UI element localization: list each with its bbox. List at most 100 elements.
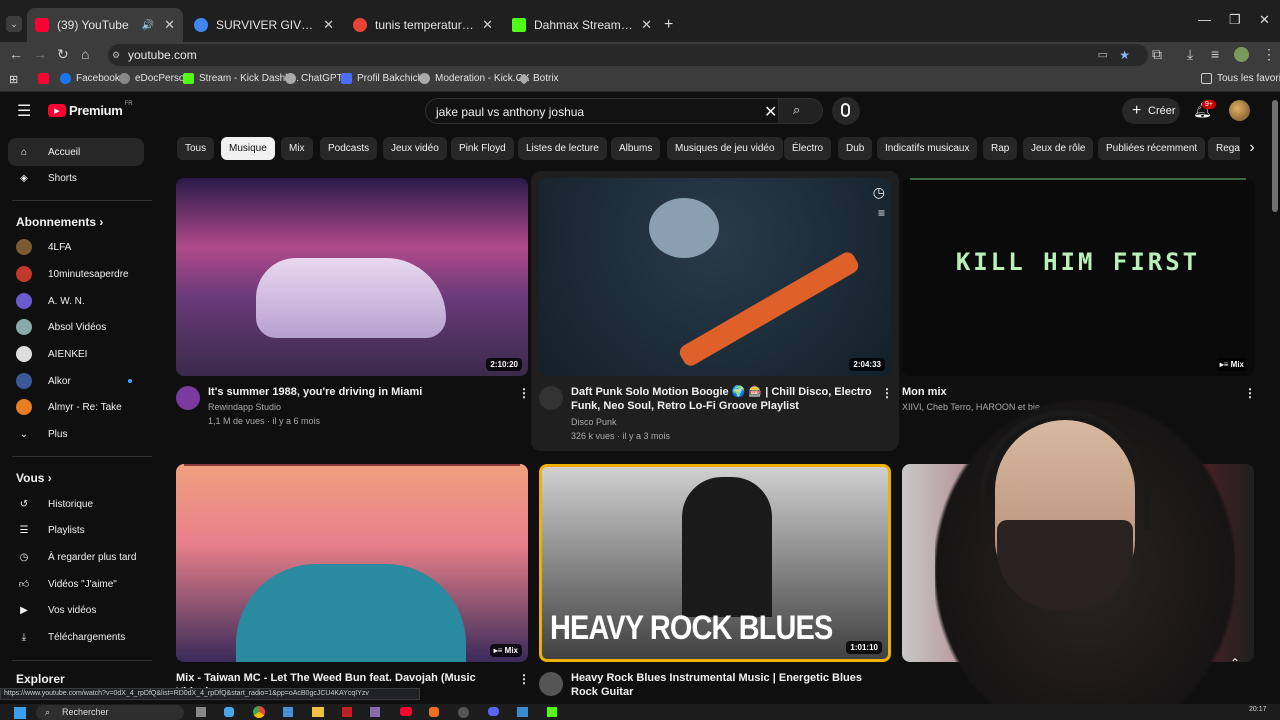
reload-icon[interactable]: ↻ bbox=[57, 46, 69, 63]
back-icon[interactable]: ← bbox=[9, 46, 23, 62]
you-header[interactable]: Vous › bbox=[16, 471, 52, 485]
file-explorer-icon[interactable] bbox=[312, 707, 324, 717]
close-tab-icon[interactable]: ✕ bbox=[641, 17, 652, 33]
home-icon[interactable]: ⌂ bbox=[81, 46, 89, 62]
close-tab-icon[interactable]: ✕ bbox=[482, 17, 493, 33]
speaker-icon[interactable]: 🔊 bbox=[142, 20, 154, 31]
scrollbar[interactable] bbox=[1272, 100, 1278, 212]
mix-thumbnail[interactable]: KILL HIM FIRST ▸≡ Mix bbox=[902, 178, 1254, 376]
bookmark-star-icon[interactable]: ★ bbox=[1119, 44, 1130, 66]
chip-game-music[interactable]: Musiques de jeu vidéo bbox=[667, 137, 783, 160]
profile-avatar[interactable] bbox=[1234, 47, 1249, 62]
bookmark-botrix[interactable]: Botrix bbox=[518, 72, 559, 85]
taskbar-search[interactable]: ⌕ Rechercher bbox=[36, 705, 184, 720]
video-title[interactable]: Mon mix bbox=[902, 385, 947, 399]
create-button[interactable]: + Créer bbox=[1122, 98, 1180, 124]
forward-icon[interactable]: → bbox=[33, 46, 47, 62]
subscription-item[interactable]: Alkor bbox=[8, 367, 144, 395]
chrome-taskbar-icon[interactable] bbox=[253, 706, 265, 718]
chip-pink-floyd[interactable]: Pink Floyd bbox=[451, 137, 514, 160]
subscription-item[interactable]: 4LFA bbox=[8, 233, 144, 261]
video-thumbnail[interactable]: 2:10:20 bbox=[176, 178, 528, 376]
sidebar-item-home[interactable]: ⌂ Accueil bbox=[8, 138, 144, 166]
chip-podcasts[interactable]: Podcasts bbox=[320, 137, 378, 160]
video-channel[interactable]: Disco Punk bbox=[571, 415, 617, 429]
extensions-icon[interactable]: ⧉ bbox=[1152, 46, 1162, 63]
menu-kebab-icon[interactable]: ⋮ bbox=[1262, 46, 1276, 63]
sidebar-item-downloads[interactable]: ⤓ Téléchargements bbox=[8, 623, 144, 651]
obs-icon[interactable] bbox=[547, 707, 557, 717]
app-grid-icon[interactable] bbox=[370, 707, 380, 717]
sidebar-item-your-videos[interactable]: ▶ Vos vidéos bbox=[8, 596, 144, 624]
chip-mix[interactable]: Mix bbox=[281, 137, 313, 160]
voice-search-button[interactable] bbox=[832, 97, 860, 125]
subscription-item[interactable]: AIENKEI bbox=[8, 340, 144, 368]
tab-google-search[interactable]: tunis temperature demain - Re ✕ bbox=[345, 8, 501, 42]
tab-search-button[interactable]: ⌄ bbox=[6, 16, 22, 32]
account-avatar[interactable] bbox=[1229, 100, 1250, 121]
search-button[interactable]: ⌕ bbox=[778, 99, 822, 123]
sidebar-item-more[interactable]: ⌄ Plus bbox=[8, 420, 144, 448]
watch-later-icon[interactable]: ◷ bbox=[873, 184, 885, 201]
sidebar-item-history[interactable]: ↺ Historique bbox=[8, 490, 144, 518]
youtube-logo[interactable]: ▶ Premium FR bbox=[48, 101, 133, 118]
cast-icon[interactable]: ▭ bbox=[1098, 44, 1108, 66]
minimize-icon[interactable]: — bbox=[1198, 12, 1211, 27]
taskview-icon[interactable] bbox=[196, 707, 206, 717]
new-tab-button[interactable]: + bbox=[664, 16, 673, 34]
tab-kick-stream[interactable]: Dahmax Stream - Watch Live o ✕ bbox=[504, 8, 660, 42]
tab-surviver-giveaway[interactable]: SURVIVER GIVEAWAY ✕ bbox=[186, 8, 342, 42]
video-title[interactable]: Daft Punk Solo Motion Boogie 🌍 🎰 | Chill… bbox=[571, 385, 876, 413]
app-orange-icon[interactable] bbox=[429, 707, 439, 717]
windows-start-icon[interactable] bbox=[14, 707, 26, 719]
hamburger-menu-icon[interactable]: ☰ bbox=[17, 101, 31, 121]
close-window-icon[interactable]: ✕ bbox=[1259, 12, 1270, 28]
video-menu-icon[interactable]: ⋮ bbox=[881, 386, 893, 400]
mix-thumbnail[interactable]: ▸≡ Mix bbox=[176, 464, 528, 662]
close-tab-icon[interactable]: ✕ bbox=[323, 17, 334, 33]
sidebar-item-watch-later[interactable]: ◷ À regarder plus tard bbox=[8, 543, 144, 571]
chip-recent[interactable]: Publiées récemment bbox=[1098, 137, 1206, 160]
video-title[interactable]: Heavy Rock Blues Instrumental Music | En… bbox=[571, 671, 876, 699]
chip-jingles[interactable]: Indicatifs musicaux bbox=[877, 137, 978, 160]
apps-grid-icon[interactable]: ⊞ bbox=[9, 73, 18, 86]
bookmark-edocperso[interactable]: eDocPerso bbox=[119, 73, 184, 84]
subscriptions-header[interactable]: Abonnements › bbox=[16, 215, 103, 229]
chip-all[interactable]: Tous bbox=[177, 137, 215, 160]
clear-search-icon[interactable]: ✕ bbox=[764, 102, 777, 122]
store-icon[interactable] bbox=[283, 707, 293, 717]
app-red-icon[interactable] bbox=[342, 707, 352, 717]
close-tab-icon[interactable]: ✕ bbox=[164, 17, 175, 33]
chip-electro[interactable]: Électro bbox=[784, 137, 832, 160]
bookmark-youtube[interactable] bbox=[38, 73, 54, 84]
channel-avatar[interactable] bbox=[539, 672, 563, 696]
youtube-taskbar-icon[interactable] bbox=[400, 707, 412, 716]
media-controls-icon[interactable]: ≡ bbox=[1211, 46, 1219, 62]
bookmark-facebook[interactable]: Facebook bbox=[60, 73, 120, 84]
video-menu-icon[interactable]: ⋮ bbox=[518, 672, 530, 686]
sidebar-item-liked[interactable]: 👍︎ Vidéos "J'aime" bbox=[8, 570, 144, 598]
chip-albums[interactable]: Albums bbox=[611, 137, 661, 160]
subscription-item[interactable]: Almyr - Re: Take bbox=[8, 393, 144, 421]
subscription-item[interactable]: Absol Vidéos bbox=[8, 313, 144, 341]
downloads-icon[interactable]: ⤓ bbox=[1187, 46, 1193, 63]
subscription-item[interactable]: 10minutesaperdre bbox=[8, 260, 144, 288]
chip-rap[interactable]: Rap bbox=[983, 137, 1018, 160]
chip-scroll-right-icon[interactable]: › bbox=[1240, 135, 1264, 161]
chip-watched[interactable]: Regar bbox=[1208, 137, 1244, 160]
video-title[interactable]: It's summer 1988, you're driving in Miam… bbox=[208, 385, 508, 399]
video-thumbnail[interactable]: ◷ ≡ 2:04:33 bbox=[539, 178, 891, 376]
chip-playlists[interactable]: Listes de lecture bbox=[518, 137, 607, 160]
chip-rpg[interactable]: Jeux de rôle bbox=[1023, 137, 1094, 160]
sidebar-item-shorts[interactable]: ◈ Shorts bbox=[8, 164, 144, 192]
tab-youtube[interactable]: (39) YouTube 🔊 ✕ bbox=[27, 8, 183, 42]
app-github-icon[interactable] bbox=[458, 707, 469, 718]
subscription-item[interactable]: A. W. N. bbox=[8, 287, 144, 315]
chip-dub[interactable]: Dub bbox=[838, 137, 873, 160]
bookmark-chatgpt[interactable]: ChatGPT bbox=[285, 73, 343, 84]
search-box[interactable]: jake paul vs anthony joshua ✕ ⌕ bbox=[425, 98, 823, 124]
channel-avatar[interactable] bbox=[539, 386, 563, 410]
address-bar[interactable]: ⚙ youtube.com ▭ ★ bbox=[108, 44, 1148, 66]
restore-icon[interactable]: ❐ bbox=[1229, 12, 1241, 28]
bookmark-profil-bakchich[interactable]: Profil Bakchich bbox=[341, 73, 423, 84]
